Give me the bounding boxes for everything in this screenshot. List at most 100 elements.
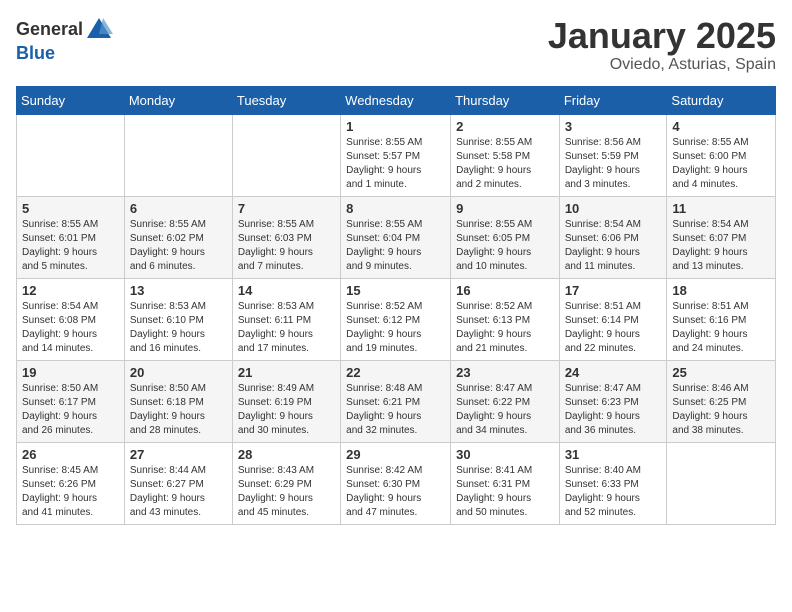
month-title: January 2025 xyxy=(548,16,776,56)
day-info: Sunrise: 8:54 AMSunset: 6:06 PMDaylight:… xyxy=(565,218,662,274)
day-info: Sunrise: 8:56 AMSunset: 5:59 PMDaylight:… xyxy=(565,136,662,192)
weekday-header-tuesday: Tuesday xyxy=(232,86,340,114)
week-row-5: 26 Sunrise: 8:45 AMSunset: 6:26 PMDayligh… xyxy=(17,442,776,524)
weekday-header-monday: Monday xyxy=(124,86,232,114)
day-info: Sunrise: 8:47 AMSunset: 6:22 PMDaylight:… xyxy=(456,382,554,438)
calendar-cell: 8 Sunrise: 8:55 AMSunset: 6:04 PMDaylight… xyxy=(341,196,451,278)
day-number: 17 xyxy=(565,283,662,298)
calendar-cell: 13Sunrise: 8:53 AMSunset: 6:10 PMDayligh… xyxy=(124,278,232,360)
title-area: January 2025 Oviedo, Asturias, Spain xyxy=(548,16,776,74)
calendar-cell: 15 Sunrise: 8:52 AMSunset: 6:12 PMDayligh… xyxy=(341,278,451,360)
day-number: 3 xyxy=(565,119,662,134)
day-number: 16 xyxy=(456,283,554,298)
calendar-cell: 1 Sunrise: 8:55 AMSunset: 5:57 PMDaylight… xyxy=(341,114,451,196)
logo-icon xyxy=(85,16,113,44)
day-number: 1 xyxy=(346,119,445,134)
weekday-header-thursday: Thursday xyxy=(451,86,560,114)
day-info: Sunrise: 8:52 AMSunset: 6:13 PMDaylight:… xyxy=(456,300,554,356)
day-number: 11 xyxy=(672,201,770,216)
weekday-header-row: SundayMondayTuesdayWednesdayThursdayFrid… xyxy=(17,86,776,114)
day-number: 25 xyxy=(672,365,770,380)
day-info: Sunrise: 8:52 AMSunset: 6:12 PMDaylight:… xyxy=(346,300,445,356)
day-info: Sunrise: 8:54 AMSunset: 6:07 PMDaylight:… xyxy=(672,218,770,274)
calendar-cell: 2Sunrise: 8:55 AMSunset: 5:58 PMDaylight… xyxy=(451,114,560,196)
day-number: 27 xyxy=(130,447,227,462)
day-info: Sunrise: 8:47 AMSunset: 6:23 PMDaylight:… xyxy=(565,382,662,438)
day-info: Sunrise: 8:55 AMSunset: 5:57 PMDaylight:… xyxy=(346,136,445,192)
calendar-cell: 9 Sunrise: 8:55 AMSunset: 6:05 PMDaylight… xyxy=(451,196,560,278)
weekday-header-saturday: Saturday xyxy=(667,86,776,114)
day-number: 28 xyxy=(238,447,335,462)
calendar-cell: 14 Sunrise: 8:53 AMSunset: 6:11 PMDayligh… xyxy=(232,278,340,360)
day-info: Sunrise: 8:50 AMSunset: 6:17 PMDaylight:… xyxy=(22,382,119,438)
day-info: Sunrise: 8:55 AMSunset: 6:02 PMDaylight:… xyxy=(130,218,227,274)
calendar-cell: 28Sunrise: 8:43 AMSunset: 6:29 PMDayligh… xyxy=(232,442,340,524)
week-row-2: 5Sunrise: 8:55 AMSunset: 6:01 PMDaylight… xyxy=(17,196,776,278)
day-number: 13 xyxy=(130,283,227,298)
day-info: Sunrise: 8:55 AMSunset: 6:04 PMDaylight:… xyxy=(346,218,445,274)
calendar-cell: 7Sunrise: 8:55 AMSunset: 6:03 PMDaylight… xyxy=(232,196,340,278)
calendar-cell: 3 Sunrise: 8:56 AMSunset: 5:59 PMDaylight… xyxy=(559,114,667,196)
calendar-cell: 30 Sunrise: 8:41 AMSunset: 6:31 PMDayligh… xyxy=(451,442,560,524)
calendar-cell: 18 Sunrise: 8:51 AMSunset: 6:16 PMDayligh… xyxy=(667,278,776,360)
calendar-cell: 12 Sunrise: 8:54 AMSunset: 6:08 PMDayligh… xyxy=(17,278,125,360)
day-number: 26 xyxy=(22,447,119,462)
day-number: 21 xyxy=(238,365,335,380)
calendar-cell: 10 Sunrise: 8:54 AMSunset: 6:06 PMDayligh… xyxy=(559,196,667,278)
calendar-cell: 31 Sunrise: 8:40 AMSunset: 6:33 PMDayligh… xyxy=(559,442,667,524)
day-number: 10 xyxy=(565,201,662,216)
page-header: General Blue January 2025 Oviedo, Asturi… xyxy=(16,16,776,74)
logo: General Blue xyxy=(16,16,113,64)
calendar-cell: 16 Sunrise: 8:52 AMSunset: 6:13 PMDayligh… xyxy=(451,278,560,360)
calendar-cell: 24 Sunrise: 8:47 AMSunset: 6:23 PMDayligh… xyxy=(559,360,667,442)
calendar-cell: 29Sunrise: 8:42 AMSunset: 6:30 PMDayligh… xyxy=(341,442,451,524)
day-number: 12 xyxy=(22,283,119,298)
day-info: Sunrise: 8:49 AMSunset: 6:19 PMDaylight:… xyxy=(238,382,335,438)
day-number: 30 xyxy=(456,447,554,462)
day-info: Sunrise: 8:51 AMSunset: 6:16 PMDaylight:… xyxy=(672,300,770,356)
day-number: 8 xyxy=(346,201,445,216)
day-info: Sunrise: 8:51 AMSunset: 6:14 PMDaylight:… xyxy=(565,300,662,356)
day-number: 31 xyxy=(565,447,662,462)
day-info: Sunrise: 8:42 AMSunset: 6:30 PMDaylight:… xyxy=(346,464,445,520)
calendar-cell: 25 Sunrise: 8:46 AMSunset: 6:25 PMDayligh… xyxy=(667,360,776,442)
calendar-cell xyxy=(667,442,776,524)
day-number: 24 xyxy=(565,365,662,380)
week-row-1: 1 Sunrise: 8:55 AMSunset: 5:57 PMDaylight… xyxy=(17,114,776,196)
day-info: Sunrise: 8:55 AMSunset: 6:03 PMDaylight:… xyxy=(238,218,335,274)
day-info: Sunrise: 8:46 AMSunset: 6:25 PMDaylight:… xyxy=(672,382,770,438)
calendar-cell xyxy=(232,114,340,196)
day-number: 2 xyxy=(456,119,554,134)
calendar: SundayMondayTuesdayWednesdayThursdayFrid… xyxy=(16,86,776,525)
day-info: Sunrise: 8:40 AMSunset: 6:33 PMDaylight:… xyxy=(565,464,662,520)
day-info: Sunrise: 8:54 AMSunset: 6:08 PMDaylight:… xyxy=(22,300,119,356)
day-number: 18 xyxy=(672,283,770,298)
day-number: 9 xyxy=(456,201,554,216)
day-number: 15 xyxy=(346,283,445,298)
day-number: 4 xyxy=(672,119,770,134)
calendar-cell: 6 Sunrise: 8:55 AMSunset: 6:02 PMDaylight… xyxy=(124,196,232,278)
calendar-cell: 5Sunrise: 8:55 AMSunset: 6:01 PMDaylight… xyxy=(17,196,125,278)
calendar-cell: 26 Sunrise: 8:45 AMSunset: 6:26 PMDayligh… xyxy=(17,442,125,524)
calendar-cell xyxy=(124,114,232,196)
day-info: Sunrise: 8:44 AMSunset: 6:27 PMDaylight:… xyxy=(130,464,227,520)
calendar-cell: 22Sunrise: 8:48 AMSunset: 6:21 PMDayligh… xyxy=(341,360,451,442)
logo-general: General xyxy=(16,20,83,40)
day-info: Sunrise: 8:55 AMSunset: 6:05 PMDaylight:… xyxy=(456,218,554,274)
calendar-cell: 4 Sunrise: 8:55 AMSunset: 6:00 PMDaylight… xyxy=(667,114,776,196)
calendar-cell xyxy=(17,114,125,196)
day-info: Sunrise: 8:53 AMSunset: 6:11 PMDaylight:… xyxy=(238,300,335,356)
day-number: 6 xyxy=(130,201,227,216)
day-number: 14 xyxy=(238,283,335,298)
week-row-3: 12 Sunrise: 8:54 AMSunset: 6:08 PMDayligh… xyxy=(17,278,776,360)
day-info: Sunrise: 8:55 AMSunset: 6:00 PMDaylight:… xyxy=(672,136,770,192)
logo-text: General Blue xyxy=(16,16,113,64)
week-row-4: 19Sunrise: 8:50 AMSunset: 6:17 PMDayligh… xyxy=(17,360,776,442)
day-number: 23 xyxy=(456,365,554,380)
calendar-cell: 27 Sunrise: 8:44 AMSunset: 6:27 PMDayligh… xyxy=(124,442,232,524)
calendar-cell: 21 Sunrise: 8:49 AMSunset: 6:19 PMDayligh… xyxy=(232,360,340,442)
day-info: Sunrise: 8:45 AMSunset: 6:26 PMDaylight:… xyxy=(22,464,119,520)
logo-blue: Blue xyxy=(16,44,113,64)
day-info: Sunrise: 8:41 AMSunset: 6:31 PMDaylight:… xyxy=(456,464,554,520)
day-info: Sunrise: 8:48 AMSunset: 6:21 PMDaylight:… xyxy=(346,382,445,438)
